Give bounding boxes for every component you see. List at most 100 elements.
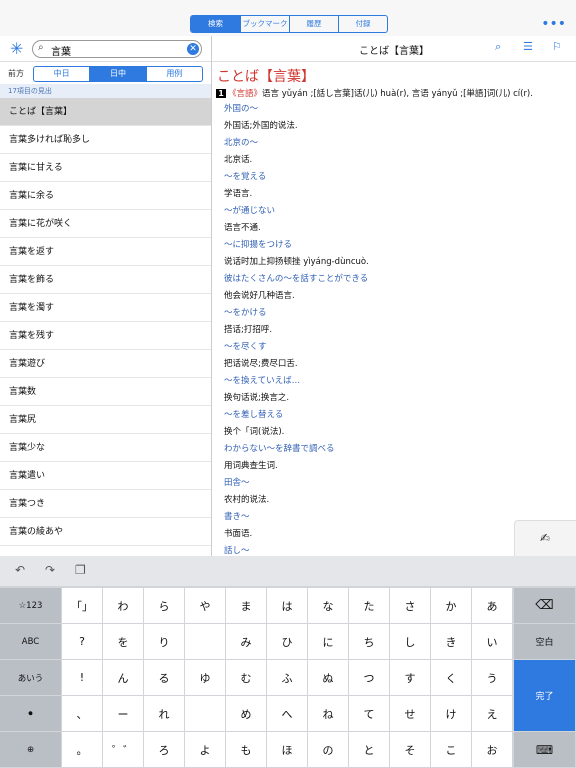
kana-key[interactable]: う bbox=[472, 660, 513, 696]
list-item[interactable]: 言葉多ければ恥多し bbox=[0, 126, 211, 154]
kana-key[interactable]: む bbox=[226, 660, 267, 696]
kana-key[interactable]: え bbox=[472, 696, 513, 732]
example-phrase[interactable]: 〜を尽くす bbox=[224, 340, 298, 357]
mic-icon[interactable]: ⏺ bbox=[0, 696, 62, 732]
ellipsis-icon[interactable]: ••• bbox=[541, 16, 566, 32]
kana-key[interactable]: へ bbox=[267, 696, 308, 732]
tab-appendix[interactable]: 付録 bbox=[338, 16, 387, 32]
list-item[interactable]: 言葉数 bbox=[0, 378, 211, 406]
tab-history[interactable]: 履歴 bbox=[289, 16, 338, 32]
list-item[interactable]: ことば【言葉】 bbox=[0, 98, 211, 126]
kana-key[interactable]: り bbox=[144, 624, 185, 660]
kana-key[interactable]: に bbox=[308, 624, 349, 660]
kana-key[interactable]: ま bbox=[226, 588, 267, 624]
example-phrase[interactable]: 田舎〜 bbox=[224, 476, 269, 493]
kana-key[interactable]: 「」 bbox=[62, 588, 103, 624]
list-item[interactable]: 言葉を残す bbox=[0, 322, 211, 350]
kana-key[interactable]: さ bbox=[390, 588, 431, 624]
kana-key[interactable] bbox=[185, 624, 226, 660]
example-phrase[interactable]: 書き〜 bbox=[224, 510, 252, 527]
kana-key[interactable]: ひ bbox=[267, 624, 308, 660]
tab-bookmark[interactable]: ブックマーク bbox=[240, 16, 289, 32]
example-phrase[interactable]: 〜を差し替える bbox=[224, 408, 284, 425]
kana-key[interactable]: し bbox=[390, 624, 431, 660]
dict-option-zhongri[interactable]: 中日 bbox=[34, 67, 89, 81]
globe-icon[interactable]: ⊕ bbox=[0, 732, 62, 768]
backspace-icon[interactable]: ⌫ bbox=[514, 588, 576, 624]
kana-key[interactable]: や bbox=[185, 588, 226, 624]
kana-key[interactable]: あ bbox=[472, 588, 513, 624]
list-item[interactable]: 言葉つき bbox=[0, 490, 211, 518]
kana-key[interactable]: も bbox=[226, 732, 267, 768]
numbers-key[interactable]: ☆123 bbox=[0, 588, 62, 624]
example-phrase[interactable]: 〜をかける bbox=[224, 306, 272, 323]
kana-key[interactable]: ら bbox=[144, 588, 185, 624]
space-key[interactable]: 空白 bbox=[514, 624, 576, 660]
example-phrase[interactable]: 彼はたくさんの〜を話すことができる bbox=[224, 272, 368, 289]
search-query[interactable]: 言葉 bbox=[51, 43, 71, 58]
kana-key[interactable]: を bbox=[103, 624, 144, 660]
search-input[interactable]: ⌕ 言葉 ✕ bbox=[32, 40, 202, 58]
example-phrase[interactable]: 〜に抑揚をつける bbox=[224, 238, 369, 255]
search-icon[interactable]: ⌕ bbox=[495, 40, 501, 54]
list-item[interactable]: 言葉少な bbox=[0, 434, 211, 462]
kana-key[interactable]: ね bbox=[308, 696, 349, 732]
kana-key[interactable]: い bbox=[472, 624, 513, 660]
paste-icon[interactable]: ❐ bbox=[75, 563, 86, 577]
kana-key[interactable]: け bbox=[431, 696, 472, 732]
kana-key[interactable]: ん bbox=[103, 660, 144, 696]
example-phrase[interactable]: 〜を覚える bbox=[224, 170, 266, 187]
kana-key[interactable]: ! bbox=[62, 660, 103, 696]
kana-key[interactable]: せ bbox=[390, 696, 431, 732]
list-item[interactable]: 言葉を飾る bbox=[0, 266, 211, 294]
kana-key[interactable]: 、 bbox=[62, 696, 103, 732]
abc-key[interactable]: ABC bbox=[0, 624, 62, 660]
list-item[interactable]: 言葉に余る bbox=[0, 182, 211, 210]
kana-key[interactable]: た bbox=[349, 588, 390, 624]
redo-icon[interactable]: ↷ bbox=[45, 563, 55, 577]
kana-key[interactable]: は bbox=[267, 588, 308, 624]
kana-key[interactable]: す bbox=[390, 660, 431, 696]
done-key[interactable]: 完了 bbox=[514, 660, 576, 732]
kana-key[interactable]: つ bbox=[349, 660, 390, 696]
kana-key[interactable]: て bbox=[349, 696, 390, 732]
kana-key[interactable]: れ bbox=[144, 696, 185, 732]
kana-key[interactable]: き bbox=[431, 624, 472, 660]
dict-option-rizhong[interactable]: 日中 bbox=[89, 67, 146, 81]
kana-key[interactable]: の bbox=[308, 732, 349, 768]
kana-key[interactable]: あいう bbox=[0, 660, 62, 696]
kana-key[interactable]: よ bbox=[185, 732, 226, 768]
kana-key[interactable]: ろ bbox=[144, 732, 185, 768]
example-phrase[interactable]: 〜を換えていえば… bbox=[224, 374, 300, 391]
list-item[interactable]: 言葉遣い bbox=[0, 462, 211, 490]
kana-key[interactable]: そ bbox=[390, 732, 431, 768]
kana-key[interactable]: か bbox=[431, 588, 472, 624]
menu-icon[interactable]: ☰ bbox=[523, 40, 533, 53]
kana-key[interactable]: る bbox=[144, 660, 185, 696]
bookmark-icon[interactable]: ⚐ bbox=[552, 40, 562, 53]
example-phrase[interactable]: 北京の〜 bbox=[224, 136, 258, 153]
tab-search[interactable]: 検索 bbox=[191, 16, 240, 32]
kana-key[interactable]: め bbox=[226, 696, 267, 732]
example-phrase[interactable]: 話し〜 bbox=[224, 544, 250, 556]
kana-key[interactable]: ゆ bbox=[185, 660, 226, 696]
kana-key[interactable]: ? bbox=[62, 624, 103, 660]
keyboard-dismiss-icon[interactable]: ⌨ bbox=[514, 732, 576, 768]
kana-key[interactable]: ー bbox=[103, 696, 144, 732]
list-item[interactable]: 言葉遊び bbox=[0, 350, 211, 378]
list-item[interactable]: 言葉を濁す bbox=[0, 294, 211, 322]
kana-key[interactable]: と bbox=[349, 732, 390, 768]
list-item[interactable]: 言葉に花が咲く bbox=[0, 210, 211, 238]
list-item[interactable]: 言葉尻 bbox=[0, 406, 211, 434]
clear-icon[interactable]: ✕ bbox=[187, 43, 199, 55]
kana-key[interactable]: ゜゛ bbox=[103, 732, 144, 768]
example-phrase[interactable]: 外国の〜 bbox=[224, 102, 298, 119]
kana-key[interactable]: お bbox=[472, 732, 513, 768]
dict-option-examples[interactable]: 用例 bbox=[145, 67, 202, 81]
match-mode-label[interactable]: 前方 bbox=[8, 68, 24, 79]
kana-key[interactable]: み bbox=[226, 624, 267, 660]
kana-key[interactable]: く bbox=[431, 660, 472, 696]
kana-key[interactable]: わ bbox=[103, 588, 144, 624]
asterisk-icon[interactable]: ✳ bbox=[10, 39, 23, 58]
kana-key[interactable]: ち bbox=[349, 624, 390, 660]
